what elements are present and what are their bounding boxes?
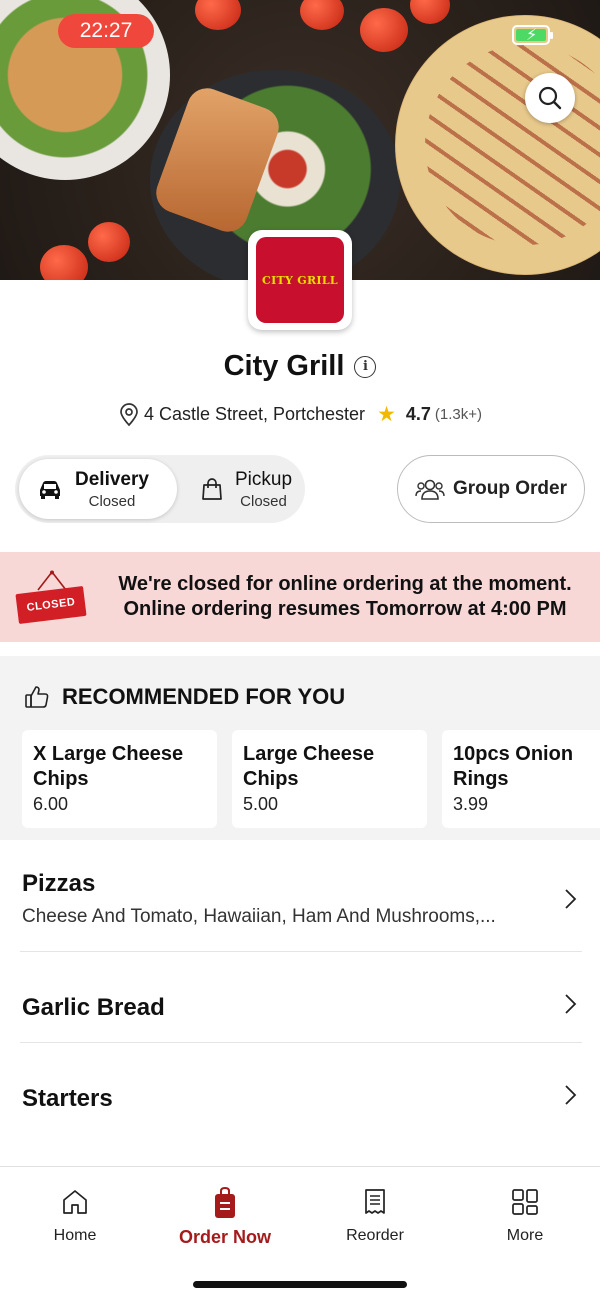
category-title: Starters bbox=[22, 1085, 113, 1112]
battery-charging-icon: ⚡ bbox=[512, 25, 553, 45]
receipt-icon bbox=[365, 1189, 385, 1214]
delivery-status: Closed bbox=[88, 492, 136, 510]
chevron-right-icon bbox=[565, 1085, 577, 1105]
category-title: Pizzas bbox=[22, 870, 96, 897]
category-row-garlic-bread[interactable]: Garlic Bread bbox=[0, 952, 600, 1042]
pickup-label: Pickup bbox=[235, 468, 293, 490]
car-icon bbox=[40, 481, 60, 499]
group-users-icon bbox=[415, 479, 445, 500]
hero-food-tomato bbox=[410, 0, 450, 24]
nav-order-now[interactable]: Order Now bbox=[165, 1187, 285, 1248]
hero-food-tomato bbox=[195, 0, 241, 30]
hero-food-tomato bbox=[360, 8, 408, 52]
closed-message-line1: We're closed for online ordering at the … bbox=[118, 573, 572, 595]
group-order-button[interactable]: Group Order bbox=[397, 455, 585, 523]
restaurant-header: City Grill i bbox=[0, 350, 600, 383]
nav-order-now-label: Order Now bbox=[178, 1227, 271, 1247]
search-button[interactable] bbox=[525, 73, 575, 123]
recommended-header: RECOMMENDED FOR YOU bbox=[24, 684, 345, 710]
delivery-label: Delivery bbox=[75, 468, 149, 490]
recommended-item-name: X Large Cheese Chips bbox=[33, 742, 206, 792]
nav-more[interactable]: More bbox=[465, 1187, 585, 1245]
nav-home[interactable]: Home bbox=[15, 1187, 135, 1245]
closed-banner: CLOSED We're closed for online ordering … bbox=[0, 552, 600, 642]
home-icon bbox=[63, 1190, 87, 1214]
pickup-status: Closed bbox=[240, 492, 287, 510]
recommended-item-name-line2: Chips bbox=[243, 768, 299, 790]
nav-more-label: More bbox=[506, 1227, 544, 1244]
restaurant-rating: 4.7 bbox=[405, 404, 431, 424]
category-subtitle: Cheese And Tomato, Hawaiian, Ham And Mus… bbox=[22, 906, 496, 927]
recommended-item-name: 10pcs Onion Rings bbox=[453, 742, 600, 792]
pickup-option[interactable]: Pickup Closed bbox=[183, 459, 301, 519]
info-icon[interactable]: i bbox=[354, 355, 377, 378]
status-time: 22:27 bbox=[58, 14, 154, 48]
restaurant-name: City Grill bbox=[223, 350, 345, 382]
recommended-card[interactable]: X Large Cheese Chips 6.00 bbox=[22, 730, 217, 828]
hero-food-tomato bbox=[88, 222, 130, 262]
recommended-item-name-line1: 10pcs Onion bbox=[453, 743, 574, 765]
location-pin-icon bbox=[120, 402, 138, 426]
address-rating-row: 4 Castle Street, Portchester ★ 4.7 (1.3k… bbox=[0, 402, 600, 427]
category-row-pizzas[interactable]: Pizzas Cheese And Tomato, Hawaiian, Ham … bbox=[0, 852, 600, 952]
recommended-item-price: 6.00 bbox=[33, 794, 69, 814]
search-icon bbox=[538, 86, 562, 110]
home-indicator bbox=[193, 1281, 407, 1288]
rating-count: (1.3k+) bbox=[434, 406, 483, 423]
nav-home-label: Home bbox=[53, 1227, 97, 1244]
order-bag-icon bbox=[215, 1187, 235, 1218]
star-icon: ★ bbox=[377, 403, 396, 426]
group-order-label: Group Order bbox=[452, 478, 567, 499]
recommended-item-name: Large Cheese Chips bbox=[243, 742, 416, 792]
hero-food-pizza bbox=[395, 15, 600, 275]
thumbs-up-icon bbox=[25, 686, 49, 708]
grid-icon bbox=[512, 1189, 538, 1215]
recommended-item-price: 3.99 bbox=[453, 794, 489, 814]
order-mode-toggle: Delivery Closed Pickup Closed bbox=[15, 455, 305, 523]
category-row-starters[interactable]: Starters bbox=[0, 1043, 600, 1143]
hero-food-tomato bbox=[300, 0, 344, 30]
recommended-item-name-line2: Chips bbox=[33, 768, 89, 790]
recommended-item-name-line1: Large Cheese bbox=[243, 743, 375, 765]
recommended-item-price: 5.00 bbox=[243, 794, 279, 814]
recommended-card[interactable]: Large Cheese Chips 5.00 bbox=[232, 730, 427, 828]
shopping-bag-icon bbox=[202, 478, 222, 500]
closed-sign-icon: CLOSED bbox=[15, 570, 87, 625]
recommended-item-name-line2: Rings bbox=[453, 768, 509, 790]
recommended-card[interactable]: 10pcs Onion Rings 3.99 bbox=[442, 730, 600, 828]
closed-message: We're closed for online ordering at the … bbox=[100, 572, 590, 622]
closed-message-line2: Online ordering resumes Tomorrow at 4:00… bbox=[123, 598, 567, 620]
bottom-nav: Home Order Now Reorder More bbox=[0, 1166, 600, 1298]
category-title: Garlic Bread bbox=[22, 994, 165, 1021]
restaurant-logo: CITY GRILL bbox=[248, 230, 352, 330]
nav-reorder-label: Reorder bbox=[346, 1227, 404, 1244]
recommended-item-name-line1: X Large Cheese bbox=[33, 743, 184, 765]
delivery-option[interactable]: Delivery Closed bbox=[19, 459, 177, 519]
hero-food-tomato bbox=[40, 245, 88, 280]
chevron-right-icon bbox=[565, 889, 577, 909]
nav-reorder[interactable]: Reorder bbox=[315, 1187, 435, 1245]
logo-brand-text: CITY GRILL bbox=[262, 273, 338, 287]
recommended-title: RECOMMENDED FOR YOU bbox=[62, 684, 346, 709]
recommended-section: RECOMMENDED FOR YOU X Large Cheese Chips… bbox=[0, 656, 600, 840]
restaurant-address: 4 Castle Street, Portchester bbox=[143, 404, 366, 424]
closed-sign-text: CLOSED bbox=[15, 585, 87, 625]
chevron-right-icon bbox=[565, 994, 577, 1014]
